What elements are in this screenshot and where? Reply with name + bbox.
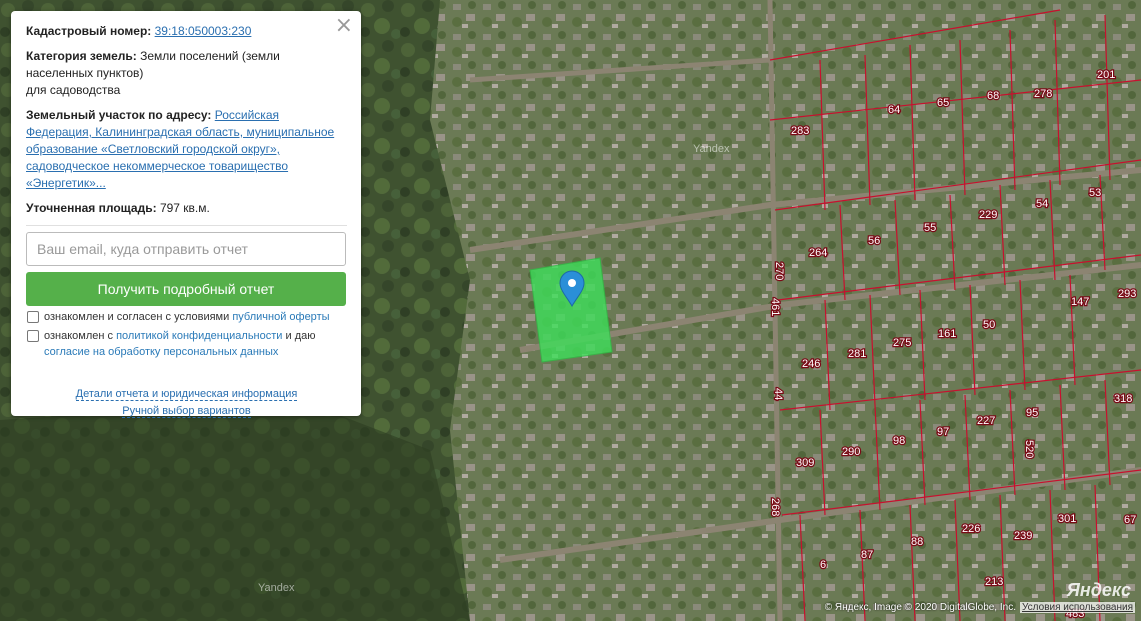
parcel-number-label[interactable]: 290 (841, 445, 862, 460)
divider (26, 225, 347, 226)
parcel-number-label[interactable]: 65 (936, 96, 951, 111)
parcel-number-label[interactable]: 97 (936, 425, 951, 440)
cadastral-label: Кадастровый номер: (26, 24, 152, 38)
privacy-consent-checkbox[interactable]: ознакомлен с политикой конфиденциальност… (26, 328, 347, 360)
personal-data-consent-link[interactable]: согласие на обработку персональных данны… (44, 346, 278, 358)
parcel-number-label[interactable]: 246 (801, 357, 822, 372)
parcel-number-label[interactable]: 161 (937, 327, 958, 342)
report-details-link[interactable]: Детали отчета и юридическая информация (75, 388, 298, 401)
category-row: Категория земель: Земли поселений (земли… (26, 48, 347, 99)
parcel-number-label[interactable]: 275 (892, 336, 913, 351)
parcel-number-label[interactable]: 87 (860, 548, 875, 563)
parcel-number-label[interactable]: 264 (808, 246, 829, 261)
parcel-number-label[interactable]: 318 (1113, 392, 1134, 407)
parcel-number-label[interactable]: 68 (986, 89, 1001, 104)
privacy-policy-link[interactable]: политикой конфиденциальности (116, 330, 282, 342)
parcel-number-label[interactable]: 54 (1035, 197, 1050, 212)
parcel-number-label[interactable]: 95 (1025, 406, 1040, 421)
parcel-number-label[interactable]: 53 (1088, 186, 1103, 201)
bottom-links: Детали отчета и юридическая информация Р… (26, 386, 347, 420)
map-watermark: Yandex (693, 143, 730, 155)
parcel-number-label[interactable]: 147 (1070, 295, 1091, 310)
email-input[interactable] (26, 232, 346, 266)
offer-consent-text: ознакомлен и согласен с условиями публич… (44, 311, 330, 323)
parcel-number-label[interactable]: 44 (771, 387, 786, 402)
parcel-number-label[interactable]: 281 (847, 347, 868, 362)
checkbox-icon[interactable] (27, 311, 39, 323)
privacy-consent-text: ознакомлен с политикой конфиденциальност… (44, 330, 316, 358)
address-row: Земельный участок по адресу: Российская … (26, 107, 347, 192)
parcel-number-label[interactable]: 293 (1117, 287, 1138, 302)
parcel-number-label[interactable]: 64 (887, 103, 902, 118)
area-row: Уточненная площадь: 797 кв.м. (26, 200, 347, 217)
parcel-number-label[interactable]: 309 (795, 456, 816, 471)
parcel-number-label[interactable]: 55 (923, 221, 938, 236)
terms-link[interactable]: Условия использования (1020, 602, 1135, 613)
parcel-number-label[interactable]: 88 (910, 535, 925, 550)
parcel-number-label[interactable]: 278 (1033, 87, 1054, 102)
category-purpose: для садоводства (26, 83, 121, 97)
yandex-logo: Яндекс (1066, 580, 1131, 600)
public-offer-link[interactable]: публичной оферты (232, 311, 329, 323)
get-report-button[interactable]: Получить подробный отчет (26, 272, 346, 306)
checkbox-icon[interactable] (27, 330, 39, 342)
parcel-number-label[interactable]: 461 (768, 297, 783, 318)
parcel-number-label[interactable]: 520 (1022, 439, 1037, 460)
address-label: Земельный участок по адресу: (26, 108, 212, 122)
parcel-number-label[interactable]: 67 (1123, 513, 1138, 528)
parcel-number-label[interactable]: 270 (772, 261, 787, 282)
parcel-number-label[interactable]: 229 (978, 208, 999, 223)
parcel-number-label[interactable]: 268 (768, 497, 783, 518)
map-copyright: © Яндекс, Image © 2020 DigitalGlobe, Inc… (825, 602, 1135, 613)
parcel-number-label[interactable]: 98 (892, 434, 907, 449)
area-value: 797 кв.м. (159, 201, 210, 215)
parcel-number-label[interactable]: 227 (976, 414, 997, 429)
parcel-info-panel: × Кадастровый номер: 39:18:050003:230 Ка… (11, 11, 361, 418)
cadastral-row: Кадастровый номер: 39:18:050003:230 (26, 23, 347, 40)
parcel-number-label[interactable]: 301 (1057, 512, 1078, 527)
parcel-number-label[interactable]: 239 (1013, 529, 1034, 544)
close-icon[interactable]: × (335, 15, 353, 37)
parcel-number-label[interactable]: 50 (982, 318, 997, 333)
parcel-number-label[interactable]: 213 (984, 575, 1005, 590)
manual-selection-link[interactable]: Ручной выбор вариантов (122, 405, 251, 418)
copyright-text: © Яндекс, Image © 2020 DigitalGlobe, Inc… (824, 602, 1016, 613)
area-label: Уточненная площадь: (26, 201, 157, 215)
parcel-number-label[interactable]: 56 (867, 234, 882, 249)
parcel-number-label[interactable]: 6 (819, 558, 828, 573)
cadastral-number-link[interactable]: 39:18:050003:230 (155, 24, 252, 38)
parcel-number-label[interactable]: 283 (790, 124, 811, 139)
category-label: Категория земель: (26, 49, 137, 63)
parcel-number-label[interactable]: 201 (1096, 68, 1117, 83)
parcel-number-label[interactable]: 226 (961, 522, 982, 537)
map-watermark: Yandex (258, 582, 295, 594)
offer-consent-checkbox[interactable]: ознакомлен и согласен с условиями публич… (26, 309, 347, 325)
